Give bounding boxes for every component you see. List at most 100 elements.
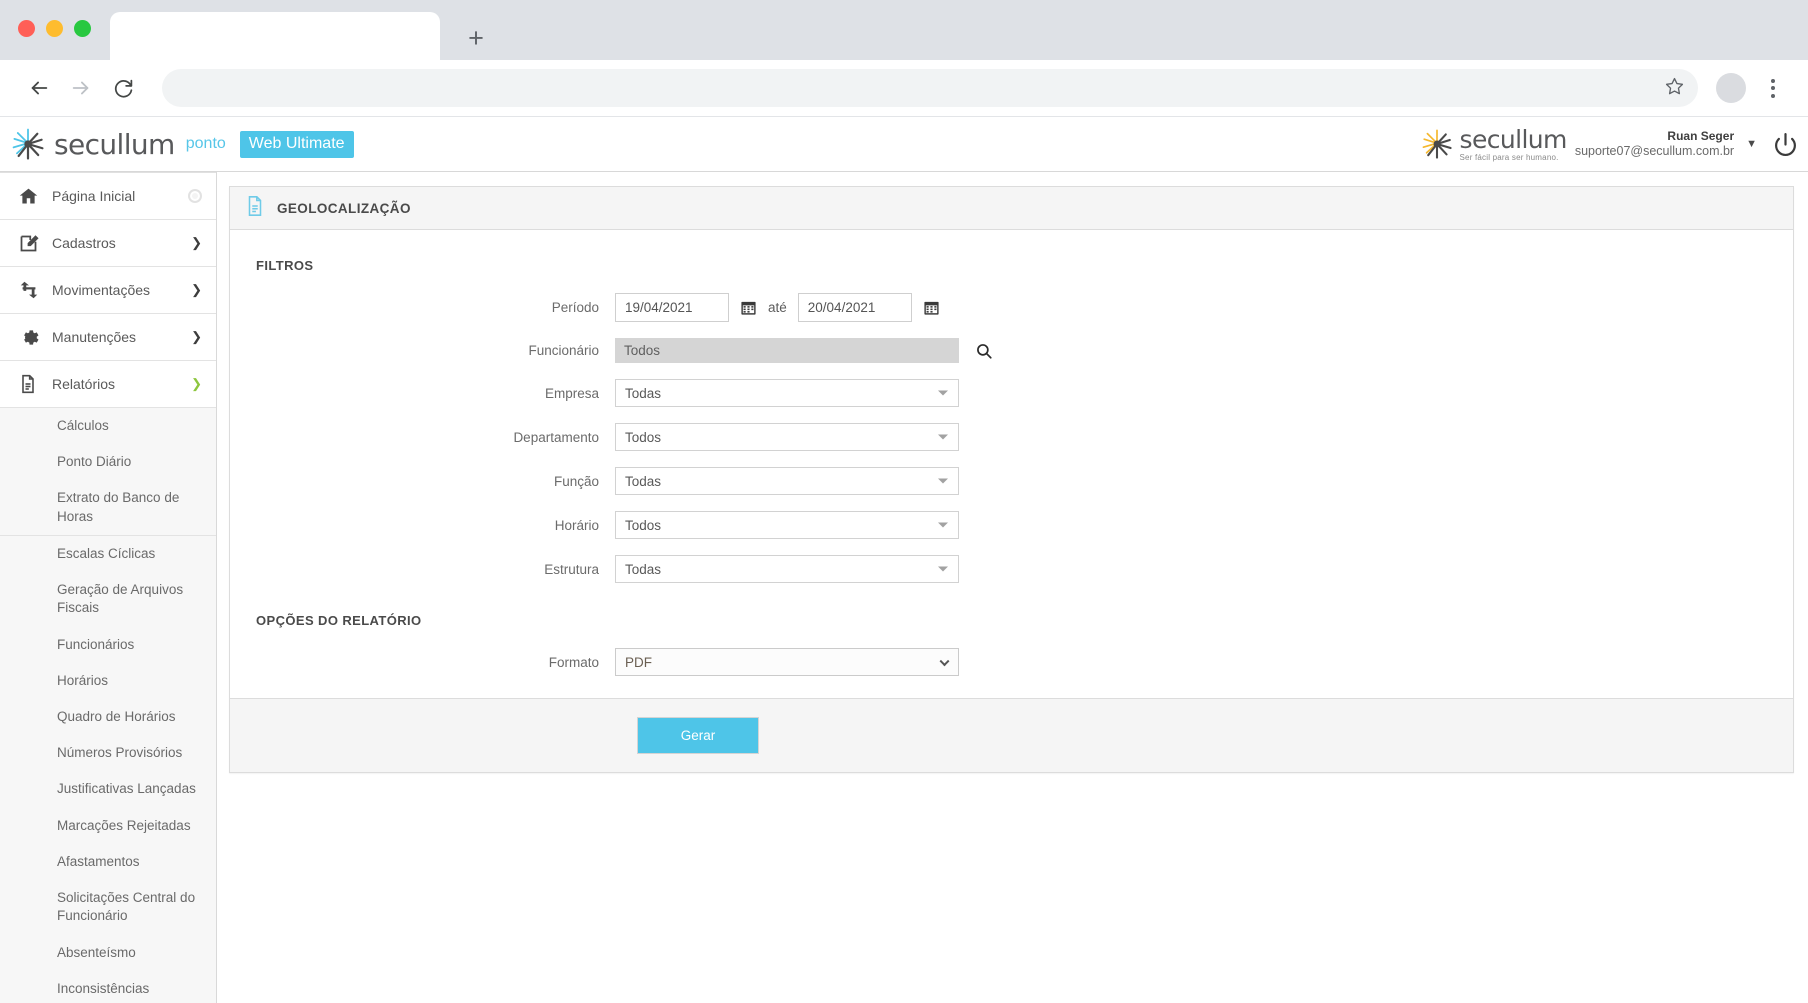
kebab-menu-icon[interactable] xyxy=(1756,68,1790,108)
panel-header: GEOLOCALIZAÇÃO xyxy=(230,187,1793,230)
formato-select[interactable]: PDF xyxy=(615,648,959,676)
sidebar-label: Relatórios xyxy=(48,376,191,392)
submenu-item-ponto-diario[interactable]: Ponto Diário xyxy=(0,444,216,480)
gear-icon xyxy=(18,327,48,348)
submenu-item-geracao-arquivos-fiscais[interactable]: Geração de Arquivos Fiscais xyxy=(0,572,216,626)
maximize-window-button[interactable] xyxy=(74,20,91,37)
partner-logo-name: secullum xyxy=(1460,127,1567,152)
submenu-item-escalas-ciclicas[interactable]: Escalas Cíclicas xyxy=(0,536,216,572)
report-document-icon xyxy=(18,374,48,394)
option-row-formato: Formato PDF xyxy=(230,648,1793,676)
forward-arrow-icon[interactable] xyxy=(60,67,102,109)
periodo-start-input[interactable] xyxy=(615,293,729,322)
submenu-group-2: Escalas Cíclicas Geração de Arquivos Fis… xyxy=(0,536,216,1003)
report-panel: GEOLOCALIZAÇÃO FILTROS Período até xyxy=(229,186,1794,773)
app-body: Página Inicial Cadastros ❯ Movimentações… xyxy=(0,172,1808,1003)
address-bar[interactable] xyxy=(162,69,1698,107)
departamento-select-value: Todos xyxy=(625,430,661,445)
filter-row-periodo: Período até xyxy=(230,293,1793,322)
chevron-down-icon: ❯ xyxy=(191,282,202,298)
home-icon xyxy=(18,186,48,207)
horario-select[interactable]: Todos xyxy=(615,511,959,539)
home-indicator-icon xyxy=(188,189,202,203)
submenu-item-afastamentos[interactable]: Afastamentos xyxy=(0,844,216,880)
periodo-end-input[interactable] xyxy=(798,293,912,322)
label-horario: Horário xyxy=(230,518,615,533)
submenu-item-solicitacoes-central-funcionario[interactable]: Solicitações Central do Funcionário xyxy=(0,880,216,934)
filters-section-title: FILTROS xyxy=(230,258,1793,273)
filter-row-horario: Horário Todos xyxy=(230,511,1793,539)
empresa-select-value: Todas xyxy=(625,386,661,401)
sidebar-item-movimentacoes[interactable]: Movimentações ❯ xyxy=(0,267,216,314)
chevron-down-icon: ❯ xyxy=(191,329,202,345)
filters-form: Período até xyxy=(230,293,1793,583)
brand-name: secullum xyxy=(54,128,175,161)
user-email: suporte07@secullum.com.br xyxy=(1575,144,1734,160)
star-icon[interactable] xyxy=(1665,77,1684,99)
submenu-item-inconsistencias[interactable]: Inconsistências xyxy=(0,971,216,1003)
user-menu[interactable]: Ruan Seger suporte07@secullum.com.br xyxy=(1575,129,1734,160)
chevron-down-icon xyxy=(938,391,948,396)
label-periodo: Período xyxy=(230,300,615,315)
estrutura-select-value: Todas xyxy=(625,562,661,577)
partner-logo-tagline: Ser fácil para ser humano. xyxy=(1460,154,1567,162)
back-arrow-icon[interactable] xyxy=(18,67,60,109)
chevron-down-icon xyxy=(938,523,948,528)
report-document-icon xyxy=(244,195,266,222)
browser-toolbar xyxy=(0,60,1808,117)
submenu-item-justificativas-lancadas[interactable]: Justificativas Lançadas xyxy=(0,771,216,807)
panel-footer: Gerar xyxy=(230,698,1793,772)
submenu-item-extrato-banco-horas[interactable]: Extrato do Banco de Horas xyxy=(0,480,216,534)
horario-select-value: Todos xyxy=(625,518,661,533)
departamento-select[interactable]: Todos xyxy=(615,423,959,451)
calendar-icon[interactable] xyxy=(923,299,940,316)
sidebar-item-cadastros[interactable]: Cadastros ❯ xyxy=(0,220,216,267)
generate-report-button[interactable]: Gerar xyxy=(637,717,759,754)
brand-logo[interactable]: secullum ponto Web Ultimate xyxy=(0,127,354,161)
funcao-select-value: Todas xyxy=(625,474,661,489)
new-tab-button[interactable]: + xyxy=(460,22,492,54)
submenu-item-quadro-de-horarios[interactable]: Quadro de Horários xyxy=(0,699,216,735)
sidebar-label: Manutenções xyxy=(48,329,191,345)
estrutura-select[interactable]: Todas xyxy=(615,555,959,583)
funcionario-input[interactable] xyxy=(615,338,959,363)
label-empresa: Empresa xyxy=(230,386,615,401)
search-icon[interactable] xyxy=(975,342,993,360)
label-funcionario: Funcionário xyxy=(230,343,615,358)
calendar-icon[interactable] xyxy=(740,299,757,316)
close-window-button[interactable] xyxy=(18,20,35,37)
brand-edition-badge: Web Ultimate xyxy=(240,131,354,158)
submenu-item-calculos[interactable]: Cálculos xyxy=(0,408,216,444)
user-name: Ruan Seger xyxy=(1667,129,1734,144)
chevron-down-icon[interactable]: ▼ xyxy=(1746,138,1757,150)
panel-body: FILTROS Período até xyxy=(230,230,1793,676)
empresa-select[interactable]: Todas xyxy=(615,379,959,407)
sidebar-item-pagina-inicial[interactable]: Página Inicial xyxy=(0,173,216,220)
page-title: GEOLOCALIZAÇÃO xyxy=(277,201,411,216)
filter-row-funcao: Função Todas xyxy=(230,467,1793,495)
funcao-select[interactable]: Todas xyxy=(615,467,959,495)
submenu-item-numeros-provisorios[interactable]: Números Provisórios xyxy=(0,735,216,771)
sidebar-item-manutencoes[interactable]: Manutenções ❯ xyxy=(0,314,216,361)
brand-product: ponto xyxy=(186,135,226,153)
submenu-item-absenteismo[interactable]: Absenteísmo xyxy=(0,935,216,971)
power-icon[interactable] xyxy=(1773,132,1798,157)
submenu-item-marcacoes-rejeitadas[interactable]: Marcações Rejeitadas xyxy=(0,808,216,844)
sidebar-item-relatorios[interactable]: Relatórios ❯ xyxy=(0,361,216,408)
submenu-item-horarios[interactable]: Horários xyxy=(0,663,216,699)
minimize-window-button[interactable] xyxy=(46,20,63,37)
reload-icon[interactable] xyxy=(102,67,144,109)
secullum-logo-icon-right xyxy=(1420,128,1454,160)
browser-tab-bar: + xyxy=(0,0,1808,60)
edit-document-icon xyxy=(18,233,48,254)
secullum-logo-icon xyxy=(10,127,46,161)
label-departamento: Departamento xyxy=(230,430,615,445)
profile-avatar-icon[interactable] xyxy=(1716,73,1746,103)
options-form: Formato PDF xyxy=(230,648,1793,676)
filter-row-estrutura: Estrutura Todas xyxy=(230,555,1793,583)
sidebar-submenu-relatorios: Cálculos Ponto Diário Extrato do Banco d… xyxy=(0,408,216,1003)
browser-tab[interactable] xyxy=(110,12,440,60)
submenu-item-funcionarios[interactable]: Funcionários xyxy=(0,627,216,663)
main-content: GEOLOCALIZAÇÃO FILTROS Período até xyxy=(217,172,1808,1003)
label-ate: até xyxy=(768,300,787,315)
